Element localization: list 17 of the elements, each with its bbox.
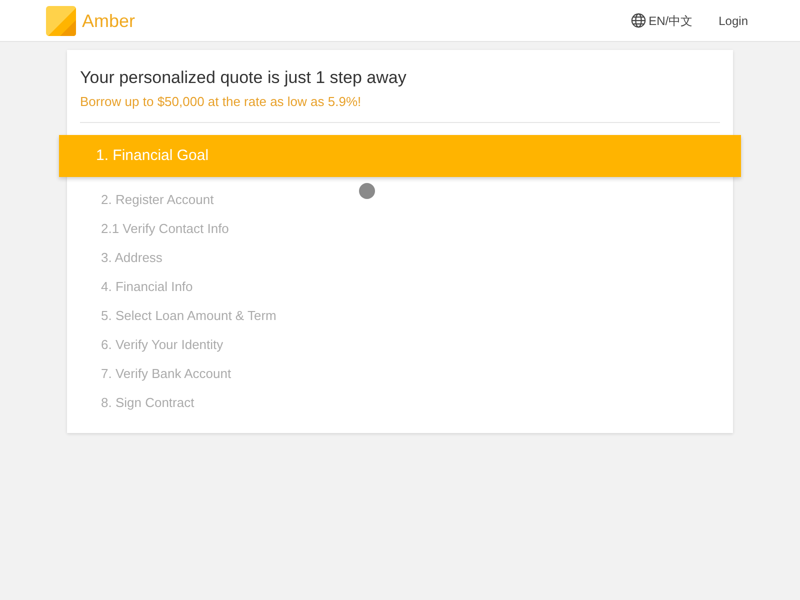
step-item[interactable]: 7. Verify Bank Account (101, 364, 232, 384)
step-item[interactable]: 8. Sign Contract (101, 392, 194, 412)
login-link[interactable]: Login (718, 12, 748, 30)
step-item[interactable]: 6. Verify Your Identity (101, 334, 224, 354)
quote-subtitle: Borrow up to $50,000 at the rate as low as 5.9%! (80, 93, 362, 111)
step-item[interactable]: 4. Financial Info (101, 276, 193, 296)
language-link[interactable]: EN/中文 (630, 12, 693, 30)
step-item[interactable]: 5. Select Loan Amount & Term (101, 306, 276, 326)
step-item[interactable]: 2.1 Verify Contact Info (101, 218, 229, 238)
active-step[interactable]: 1. Financial Goal (59, 135, 741, 177)
brand-name[interactable]: Amber (82, 12, 136, 30)
quote-title: Your personalized quote is just 1 step away (80, 67, 408, 89)
step-item[interactable]: 3. Address (101, 248, 162, 268)
loading-dot-icon (359, 183, 375, 199)
logo-icon (46, 6, 76, 36)
step-item[interactable]: 2. Register Account (101, 190, 214, 210)
globe-icon (630, 13, 646, 28)
